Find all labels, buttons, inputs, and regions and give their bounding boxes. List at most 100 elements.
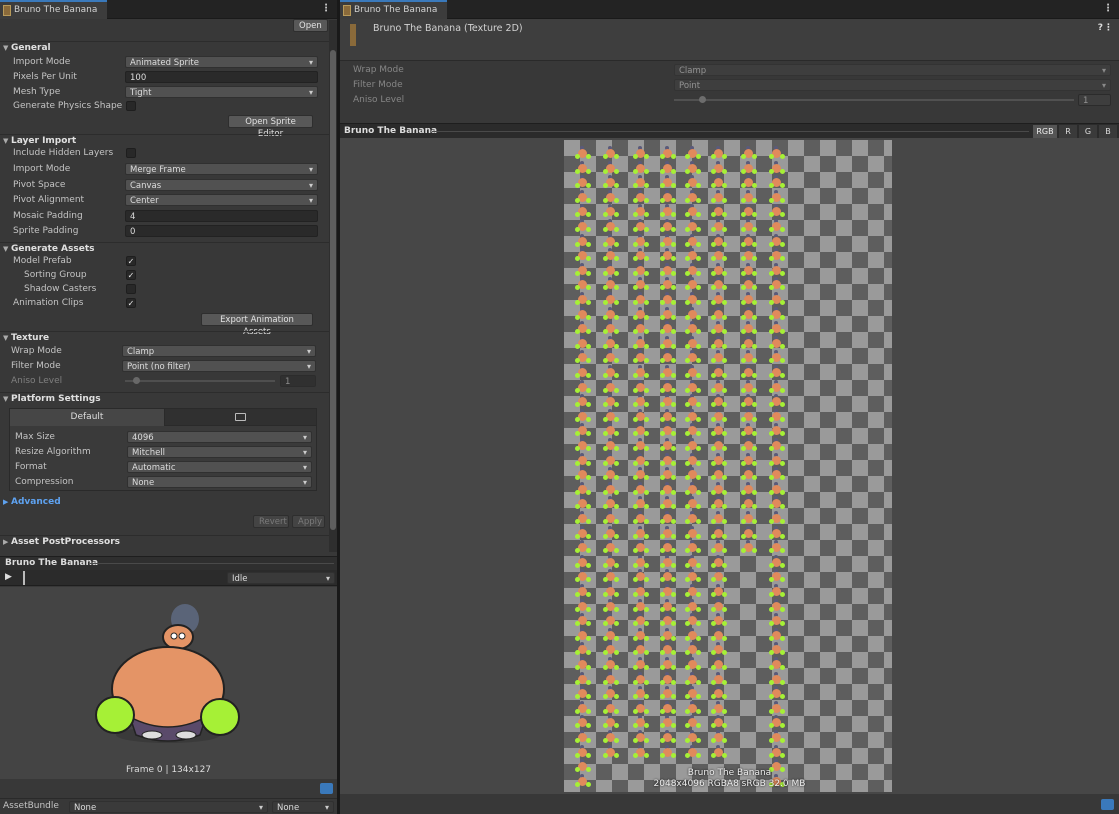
sprite-frame	[632, 642, 649, 658]
sprite-frame	[740, 175, 757, 191]
sprite-frame	[602, 365, 619, 381]
compression-dropdown[interactable]: None	[127, 476, 312, 488]
sprite-frame	[574, 496, 591, 512]
import-mode-row: Import Mode Animated Sprite	[0, 55, 320, 69]
asset-bundle-variant-dropdown[interactable]: None	[272, 801, 334, 813]
tex-aniso-input[interactable]: 1	[1078, 94, 1111, 106]
tex-wrap-dropdown[interactable]: Clamp	[674, 64, 1111, 76]
timeline-cursor[interactable]	[23, 571, 25, 585]
channel-rgb-button[interactable]: RGB	[1033, 125, 1057, 138]
physics-shape-checkbox[interactable]	[126, 101, 136, 111]
filter-mode-dropdown[interactable]: Point (no filter)	[122, 360, 316, 372]
kebab-menu-icon[interactable]: ⋮	[1103, 3, 1113, 14]
sprite-frame	[740, 306, 757, 323]
scrollbar-thumb[interactable]	[330, 50, 336, 530]
sprite-frame	[574, 467, 591, 483]
sprite-frame	[602, 525, 619, 542]
aniso-level-input[interactable]: 1	[280, 375, 316, 387]
sprite-frame	[768, 496, 785, 512]
resize-algorithm-row: Resize Algorithm Mitchell	[0, 445, 320, 459]
sprite-frame	[740, 379, 757, 396]
foldout-down-icon: ▼	[3, 395, 9, 403]
channel-b-button[interactable]: B	[1099, 125, 1117, 138]
mosaic-padding-label: Mosaic Padding	[13, 211, 83, 221]
sprite-frame	[768, 292, 785, 308]
open-sprite-editor-button[interactable]: Open Sprite Editor	[228, 115, 313, 139]
texture-tab[interactable]: Bruno The Banana	[340, 0, 448, 19]
sprite-frame	[574, 262, 591, 279]
sprite-padding-row: Sprite Padding 0	[0, 224, 320, 238]
sprite-frame	[659, 496, 676, 512]
import-mode-dropdown[interactable]: Animated Sprite	[125, 56, 318, 68]
aniso-slider-thumb[interactable]	[133, 377, 140, 384]
sprite-frame	[768, 408, 785, 425]
animation-clips-checkbox[interactable]: ✓	[126, 298, 136, 308]
format-dropdown[interactable]: Automatic	[127, 461, 312, 473]
aniso-slider-track[interactable]	[125, 380, 275, 382]
section-asset-postprocessors[interactable]: ▶ Asset PostProcessors	[0, 535, 329, 548]
sprite-frame	[684, 744, 701, 761]
sprite-frame	[574, 423, 591, 439]
animation-clip-dropdown[interactable]: Idle	[227, 572, 335, 584]
texture-asset-icon	[343, 5, 351, 16]
section-platform-settings[interactable]: ▼ Platform Settings	[0, 392, 329, 405]
sprite-frame	[602, 277, 619, 293]
pivot-alignment-dropdown[interactable]: Center	[125, 194, 318, 206]
sprite-frame	[684, 321, 701, 337]
ppu-input[interactable]: 100	[125, 71, 318, 83]
sprite-frame	[768, 569, 785, 585]
sprite-frame	[574, 686, 591, 702]
sorting-group-checkbox[interactable]: ✓	[126, 270, 136, 280]
layer-import-mode-dropdown[interactable]: Merge Frame	[125, 163, 318, 175]
model-prefab-checkbox[interactable]: ✓	[126, 256, 136, 266]
inspector-scrollbar[interactable]	[329, 20, 337, 552]
asset-bundle-dropdown[interactable]: None	[69, 801, 268, 813]
sprite-frame	[632, 277, 649, 293]
play-icon[interactable]: ▶	[5, 572, 12, 582]
kebab-menu-icon[interactable]: ⋮	[1104, 23, 1113, 33]
sprite-preview-area: Frame 0 | 134x127	[0, 587, 337, 779]
sprite-frame	[632, 292, 649, 308]
sprite-frame	[602, 598, 619, 615]
sprite-frame	[684, 627, 701, 644]
pivot-space-dropdown[interactable]: Canvas	[125, 179, 318, 191]
help-icon[interactable]: ?	[1098, 23, 1103, 33]
tex-filter-row: Filter Mode Point	[340, 78, 1119, 92]
open-button[interactable]: Open	[293, 19, 328, 32]
tab-default-platform[interactable]: Default	[10, 409, 165, 426]
sprite-frame	[740, 160, 757, 177]
tex-filter-dropdown[interactable]: Point	[674, 79, 1111, 91]
channel-g-button[interactable]: G	[1079, 125, 1097, 138]
wrap-mode-dropdown[interactable]: Clamp	[122, 345, 316, 357]
section-advanced[interactable]: ▶ Advanced	[0, 496, 329, 509]
hidden-layers-checkbox[interactable]	[126, 148, 136, 158]
inspector-tab[interactable]: Bruno The Banana	[0, 0, 108, 19]
sprite-frame	[768, 627, 785, 644]
section-texture[interactable]: ▼ Texture	[0, 331, 329, 344]
tab-standalone-platform[interactable]	[165, 409, 316, 426]
texture-thumbnail-icon	[350, 24, 356, 46]
sprite-frame	[740, 233, 757, 250]
sprite-padding-input[interactable]: 0	[125, 225, 318, 237]
asset-label-icon[interactable]	[1101, 799, 1114, 810]
sprite-frame	[710, 292, 727, 308]
sprite-frame	[710, 438, 727, 454]
max-size-dropdown[interactable]: 4096	[127, 431, 312, 443]
channel-r-button[interactable]: R	[1059, 125, 1077, 138]
mesh-type-dropdown[interactable]: Tight	[125, 86, 318, 98]
ppu-row: Pixels Per Unit 100	[0, 70, 320, 84]
mosaic-padding-input[interactable]: 4	[125, 210, 318, 222]
apply-button[interactable]: Apply	[292, 515, 325, 528]
resize-algorithm-dropdown[interactable]: Mitchell	[127, 446, 312, 458]
section-general[interactable]: ▼ General	[0, 41, 329, 54]
sprite-frame	[710, 598, 727, 615]
tex-aniso-slider-track[interactable]	[674, 99, 1074, 101]
sprite-frame	[768, 394, 785, 410]
sprite-frame	[710, 671, 727, 688]
revert-button[interactable]: Revert	[253, 515, 289, 528]
tex-aniso-slider-thumb[interactable]	[699, 96, 706, 103]
export-animation-assets-button[interactable]: Export Animation Assets	[201, 313, 313, 337]
kebab-menu-icon[interactable]: ⋮	[321, 3, 331, 14]
asset-label-icon[interactable]	[320, 783, 333, 794]
shadow-casters-checkbox[interactable]	[126, 284, 136, 294]
